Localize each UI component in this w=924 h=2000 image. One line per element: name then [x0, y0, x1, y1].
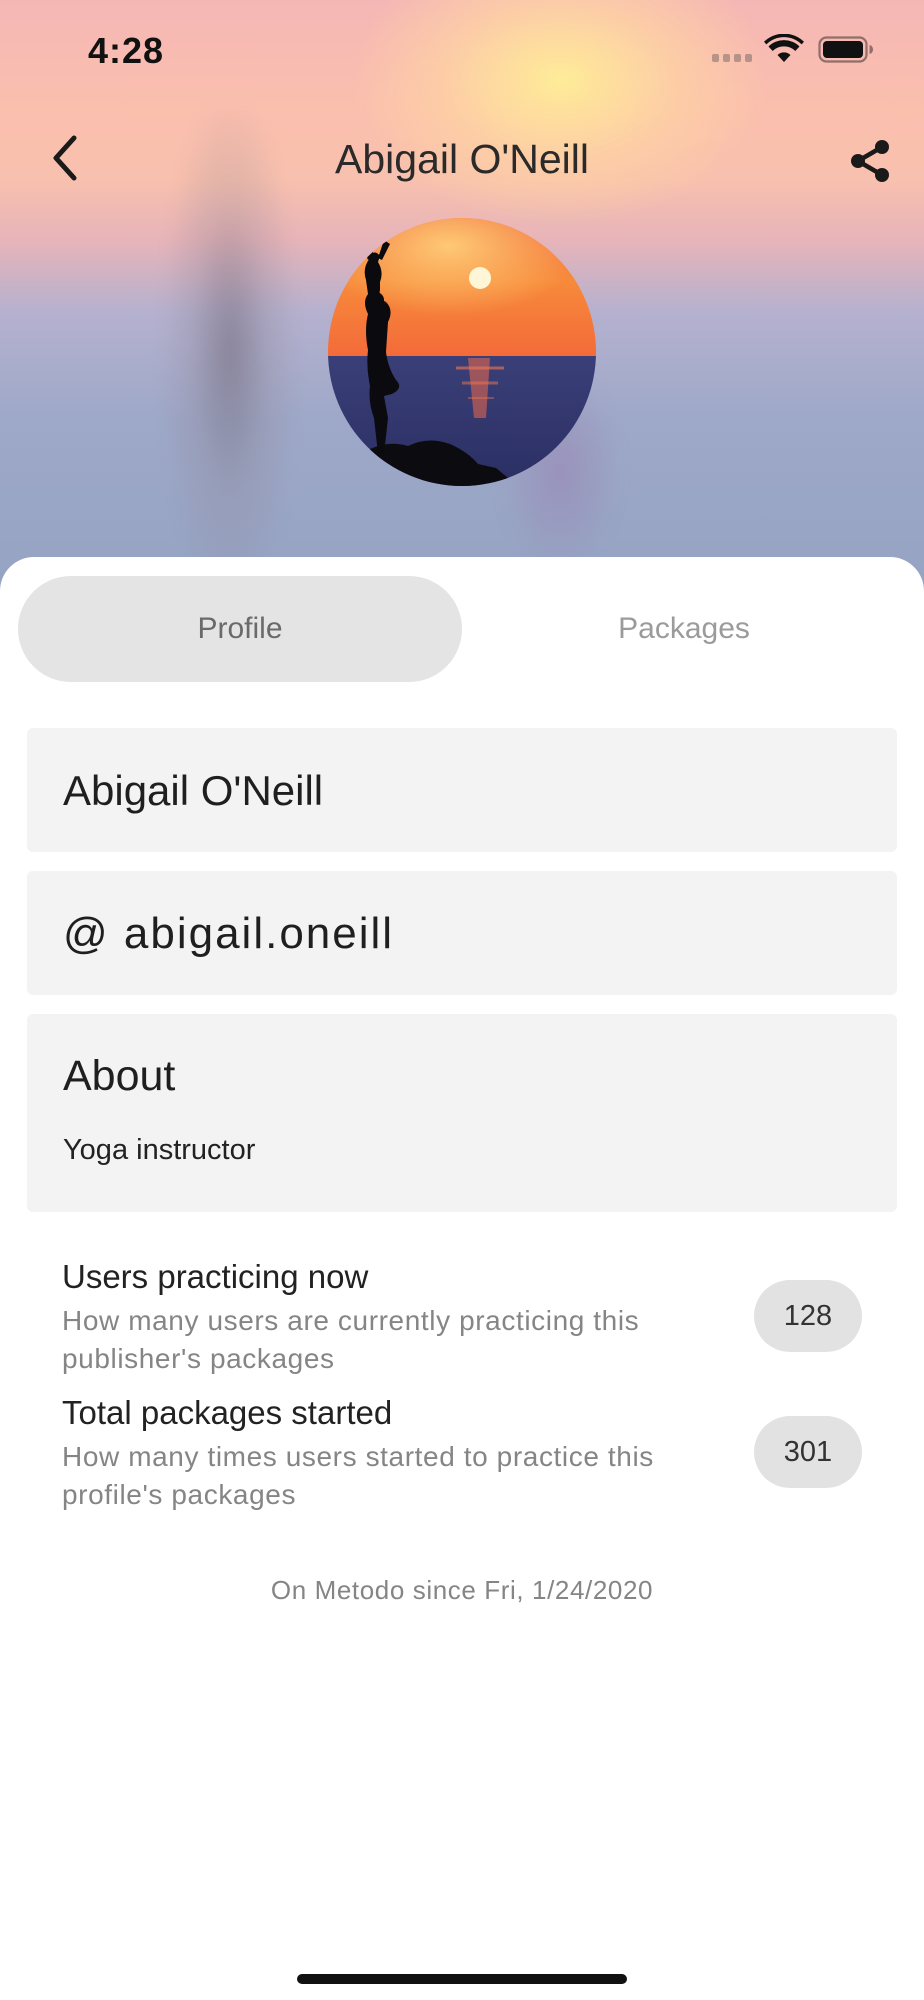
name-card: Abigail O'Neill: [27, 728, 897, 852]
profile-username: @ abigail.oneill: [63, 909, 395, 958]
stat-description: How many users are currently practicing …: [62, 1305, 640, 1374]
page-title: Abigail O'Neill: [335, 136, 589, 182]
stat-title: Total packages started: [62, 1394, 393, 1431]
about-title: About: [63, 1052, 176, 1100]
segmented-tabs: Profile Packages: [18, 576, 906, 682]
status-time: 4:28: [88, 30, 165, 71]
stat-count-badge: 128: [754, 1280, 862, 1352]
cellular-signal-icon: [712, 54, 754, 62]
avatar[interactable]: [328, 218, 596, 486]
about-card: About Yoga instructor: [27, 1014, 897, 1212]
home-indicator[interactable]: [297, 1974, 627, 1984]
stat-description: How many times users started to practice…: [62, 1441, 654, 1510]
tab-profile[interactable]: Profile: [18, 576, 462, 682]
share-icon: [851, 140, 889, 182]
battery-icon: [818, 36, 873, 63]
avatar-image: [328, 218, 596, 486]
status-bar: 4:28: [0, 0, 924, 100]
stat-users-practicing: Users practicing now How many users are …: [62, 1258, 862, 1378]
header-background: 4:28 Abigail O'Neill: [0, 0, 924, 600]
background-blur-figure: [150, 110, 310, 600]
share-button[interactable]: [842, 133, 898, 189]
chevron-left-icon: [53, 135, 77, 181]
stat-title: Users practicing now: [62, 1258, 369, 1295]
profile-screen: 4:28 Abigail O'Neill Profile Packages Ab…: [0, 0, 924, 2000]
profile-name: Abigail O'Neill: [63, 767, 324, 814]
stat-count-badge: 301: [754, 1416, 862, 1488]
profile-sheet: Profile Packages Abigail O'Neill @ abiga…: [0, 557, 924, 2000]
stat-packages-started: Total packages started How many times us…: [62, 1394, 862, 1514]
tab-packages[interactable]: Packages: [462, 576, 906, 682]
back-button[interactable]: [36, 130, 92, 186]
wifi-icon: [764, 34, 804, 62]
about-text: Yoga instructor: [63, 1134, 256, 1166]
username-card: @ abigail.oneill: [27, 871, 897, 995]
member-since: On Metodo since Fri, 1/24/2020: [270, 1575, 654, 1605]
